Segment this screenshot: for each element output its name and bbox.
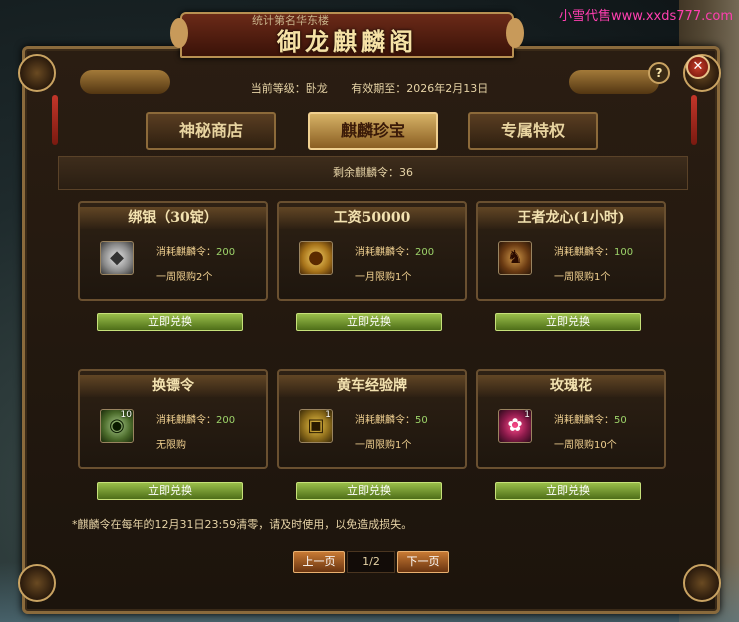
item-card: 工资50000 ● 消耗麒麟令：200 一月限购1个 — [277, 201, 467, 301]
exchange-button[interactable]: 立即兑换 — [97, 313, 243, 331]
corner-ornament-icon — [683, 564, 721, 602]
item-limit: 无限购 — [156, 440, 186, 451]
status-bar: 当前等级：卧龙 有效期至：2026年2月13日 — [0, 80, 739, 96]
expiry-date: 有效期至：2026年2月13日 — [351, 82, 489, 95]
item-card: 绑银（30锭） ◆ 消耗麒麟令：200 一周限购2个 — [78, 201, 268, 301]
item-cost: 消耗麒麟令：100 — [554, 247, 634, 258]
next-page-button[interactable]: 下一页 — [397, 551, 449, 573]
item-cost: 消耗麒麟令：50 — [554, 415, 627, 426]
tab-qilin-treasure[interactable]: 麒麟珍宝 — [308, 112, 438, 150]
exchange-button[interactable]: 立即兑换 — [296, 482, 442, 500]
item-name: 玫瑰花 — [478, 375, 664, 397]
item-limit: 一月限购1个 — [355, 272, 412, 283]
escort-token-icon[interactable]: ◉ 10 — [100, 409, 134, 443]
exchange-button[interactable]: 立即兑换 — [97, 482, 243, 500]
current-level: 当前等级：卧龙 — [250, 82, 328, 95]
item-name: 王者龙心(1小时) — [478, 207, 664, 229]
tab-exclusive-privilege[interactable]: 专属特权 — [468, 112, 598, 150]
prev-page-button[interactable]: 上一页 — [293, 551, 345, 573]
item-limit: 一周限购10个 — [554, 440, 617, 451]
silver-ingot-icon[interactable]: ◆ — [100, 241, 134, 275]
item-limit: 一周限购1个 — [554, 272, 611, 283]
tab-bar: 神秘商店 麒麟珍宝 专属特权 — [146, 112, 606, 150]
item-card: 王者龙心(1小时) ♞ 消耗麒麟令：100 一周限购1个 — [476, 201, 666, 301]
item-cost: 消耗麒麟令：200 — [355, 247, 435, 258]
item-limit: 一周限购1个 — [355, 440, 412, 451]
item-name: 黄车经验牌 — [279, 375, 465, 397]
item-name: 换镖令 — [80, 375, 266, 397]
item-card: 玫瑰花 ✿ 1 消耗麒麟令：50 一周限购10个 — [476, 369, 666, 469]
item-name: 工资50000 — [279, 207, 465, 229]
title-banner: 统计第名华东楼 御龙麒麟阁 — [170, 12, 524, 58]
item-cost: 消耗麒麟令：200 — [156, 247, 236, 258]
item-count: 10 — [120, 410, 132, 420]
item-card: 黄车经验牌 ▣ 1 消耗麒麟令：50 一周限购1个 — [277, 369, 467, 469]
item-card: 换镖令 ◉ 10 消耗麒麟令：200 无限购 — [78, 369, 268, 469]
tab-mystery-shop[interactable]: 神秘商店 — [146, 112, 276, 150]
tassel-icon — [52, 95, 58, 145]
dragon-heart-icon[interactable]: ♞ — [498, 241, 532, 275]
item-count: 1 — [524, 410, 530, 420]
cart-exp-plate-icon[interactable]: ▣ 1 — [299, 409, 333, 443]
item-count: 1 — [325, 410, 331, 420]
tassel-icon — [691, 95, 697, 145]
help-button[interactable]: ? — [648, 62, 670, 84]
gold-coin-icon[interactable]: ● — [299, 241, 333, 275]
item-cost: 消耗麒麟令：50 — [355, 415, 428, 426]
exchange-button[interactable]: 立即兑换 — [296, 313, 442, 331]
item-cost: 消耗麒麟令：200 — [156, 415, 236, 426]
rose-icon[interactable]: ✿ 1 — [498, 409, 532, 443]
exchange-button[interactable]: 立即兑换 — [495, 313, 641, 331]
page-indicator: 1/2 — [347, 551, 395, 573]
reset-notice: *麒麟令在每年的12月31日23:59清零，请及时使用，以免造成损失。 — [72, 518, 413, 531]
close-button[interactable]: ✕ — [686, 55, 710, 79]
watermark-text: 小雪代售www.xxds777.com — [559, 9, 733, 24]
remaining-tokens: 剩余麒麟令：36 — [58, 156, 688, 190]
item-name: 绑银（30锭） — [80, 207, 266, 229]
window-title: 御龙麒麟阁 — [277, 27, 417, 56]
item-limit: 一周限购2个 — [156, 272, 213, 283]
corner-ornament-icon — [18, 564, 56, 602]
exchange-button[interactable]: 立即兑换 — [495, 482, 641, 500]
